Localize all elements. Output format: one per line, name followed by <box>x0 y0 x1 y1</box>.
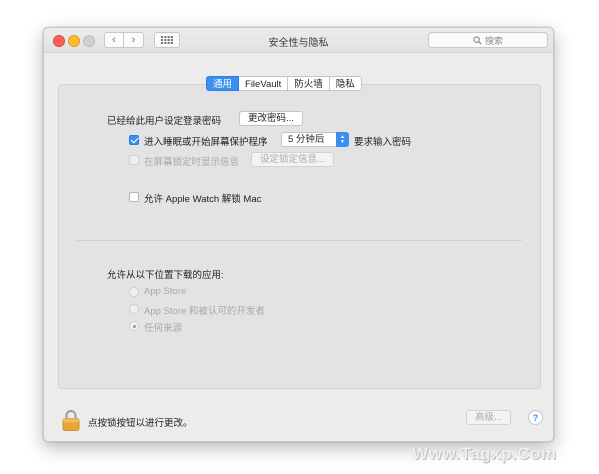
require-password-label: 进入睡眠或开始屏幕保护程序 <box>144 137 268 148</box>
preferences-window: ‹ › 安全性与隐私 搜索 通用 FileVault 防火墙 隐私 已经给此用户… <box>43 27 554 442</box>
password-delay-select[interactable]: 5 分钟后 ▲ ▼ <box>281 132 349 147</box>
section-divider <box>77 240 522 241</box>
change-password-button[interactable]: 更改密码... <box>239 111 303 126</box>
lock-message-checkbox[interactable] <box>129 155 139 165</box>
require-password-checkbox[interactable] <box>129 135 139 145</box>
radio-app-store-label: App Store <box>144 286 187 297</box>
set-lock-message-button[interactable]: 设定锁定信息... <box>251 152 334 167</box>
lock-button[interactable] <box>62 409 80 434</box>
help-icon: ? <box>532 412 539 423</box>
radio-app-store[interactable] <box>129 287 139 297</box>
lock-hint-text: 点按锁按钮以进行更改。 <box>88 418 193 429</box>
radio-identified-developers-label: App Store 和被认可的开发者 <box>144 306 265 317</box>
search-icon <box>473 35 482 45</box>
site-watermark: Www.Tagxp.Com <box>412 444 557 463</box>
tab-general[interactable]: 通用 <box>206 76 240 91</box>
radio-anywhere[interactable] <box>129 321 139 331</box>
titlebar: ‹ › 安全性与隐私 搜索 <box>44 28 553 53</box>
password-delay-value: 5 分钟后 <box>288 134 325 145</box>
radio-identified-developers[interactable] <box>129 304 139 314</box>
tab-filevault[interactable]: FileVault <box>239 76 289 91</box>
search-placeholder: 搜索 <box>484 35 503 46</box>
tab-firewall[interactable]: 防火墙 <box>288 76 330 91</box>
general-panel: 已经给此用户设定登录密码 更改密码... 进入睡眠或开始屏幕保护程序 5 分钟后… <box>58 84 541 389</box>
require-password-suffix: 要求输入密码 <box>354 137 412 148</box>
lock-icon <box>62 410 80 431</box>
chevron-updown-icon: ▲ ▼ <box>336 132 349 147</box>
advanced-button[interactable]: 高级... <box>466 410 511 425</box>
apple-watch-unlock-checkbox[interactable] <box>129 192 139 202</box>
help-button[interactable]: ? <box>528 410 543 425</box>
apple-watch-unlock-label: 允许 Apple Watch 解锁 Mac <box>144 194 262 205</box>
tab-bar: 通用 FileVault 防火墙 隐私 <box>206 76 362 91</box>
password-set-label: 已经给此用户设定登录密码 <box>107 116 222 127</box>
lock-message-label: 在屏幕锁定时显示信息 <box>144 157 240 168</box>
downloads-heading: 允许从以下位置下载的应用: <box>107 270 224 281</box>
search-field[interactable]: 搜索 <box>428 32 548 48</box>
tab-privacy[interactable]: 隐私 <box>329 76 362 91</box>
radio-anywhere-label: 任何来源 <box>144 323 183 334</box>
